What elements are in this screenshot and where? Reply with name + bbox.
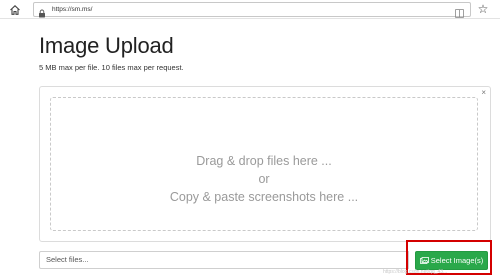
file-caption-input[interactable]: Select files... (39, 251, 409, 269)
drop-zone[interactable]: Drag & drop files here ... or Copy & pas… (50, 97, 478, 231)
paste-instruction: Copy & paste screenshots here ... (169, 190, 359, 204)
lock-icon (38, 5, 46, 18)
home-icon[interactable] (9, 3, 21, 15)
upload-limits-text: 5 MB max per file. 10 files max per requ… (39, 63, 184, 72)
page-title: Image Upload (39, 33, 174, 58)
watermark-text: https://blog.csdn.net/qq_43... (383, 269, 448, 275)
drop-or-text: or (258, 172, 270, 186)
drop-instruction: Drag & drop files here ... (196, 154, 332, 168)
select-images-button[interactable]: Select Image(s) (415, 251, 488, 270)
bookmark-star-icon[interactable]: ☆ (476, 2, 490, 16)
address-bar[interactable]: https://sm.ms/ (33, 2, 471, 18)
close-icon[interactable]: × (481, 88, 486, 98)
reader-view-icon[interactable] (455, 5, 464, 18)
image-icon (419, 253, 429, 264)
browser-toolbar: https://sm.ms/ ☆ (0, 0, 500, 19)
url-text: https://sm.ms/ (52, 6, 93, 13)
upload-panel: × Drag & drop files here ... or Copy & p… (39, 86, 491, 242)
select-images-label: Select Image(s) (430, 256, 484, 265)
